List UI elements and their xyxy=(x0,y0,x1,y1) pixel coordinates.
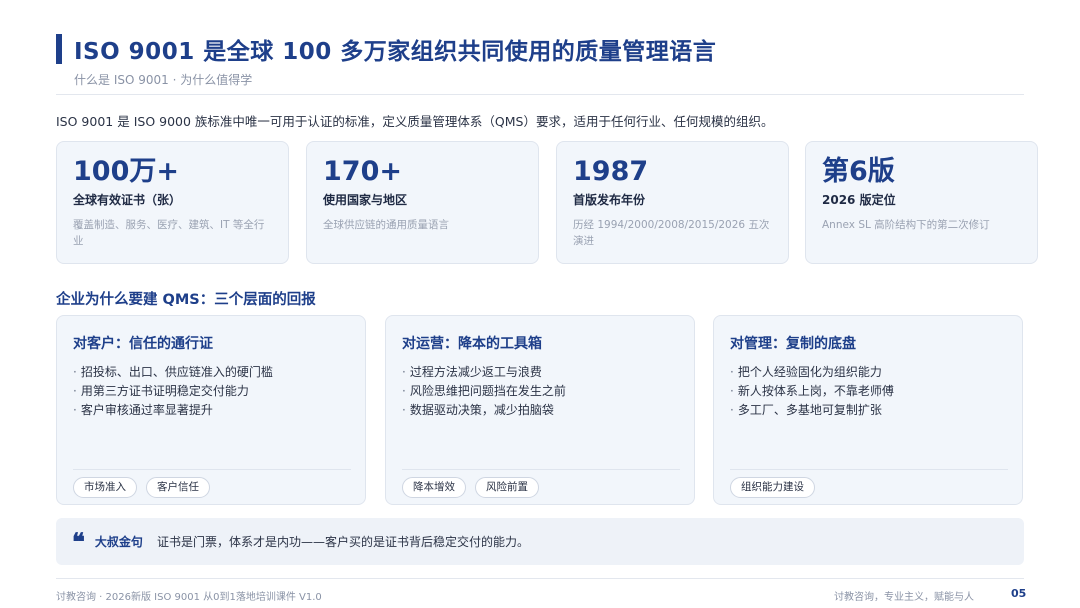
benefit-card-management: 对管理：复制的底盘 把个人经验固化为组织能力 新人按体系上岗，不靠老师傅 多工厂… xyxy=(713,315,1023,505)
card-divider xyxy=(73,469,351,470)
card-bullet-list: 过程方法减少返工与浪费 风险思维把问题挡在发生之前 数据驱动决策，减少拍脑袋 xyxy=(402,363,678,420)
list-item: 多工厂、多基地可复制扩张 xyxy=(730,401,1006,420)
card-bullet-list: 招投标、出口、供应链准入的硬门槛 用第三方证书证明稳定交付能力 客户审核通过率显… xyxy=(73,363,349,420)
list-item: 过程方法减少返工与浪费 xyxy=(402,363,678,382)
benefit-card-customer: 对客户：信任的通行证 招投标、出口、供应链准入的硬门槛 用第三方证书证明稳定交付… xyxy=(56,315,366,505)
quote-box: ❝ 大叔金句 证书是门票，体系才是内功——客户买的是证书背后稳定交付的能力。 xyxy=(56,518,1024,565)
stats-row: 100万+ 全球有效证书（张） 覆盖制造、服务、医疗、建筑、IT 等全行业 17… xyxy=(56,141,1038,264)
stat-value: 第6版 xyxy=(822,156,895,187)
section-title: 企业为什么要建 QMS：三个层面的回报 xyxy=(56,292,316,308)
stat-label: 2026 版定位 xyxy=(822,193,896,207)
list-item: 风险思维把问题挡在发生之前 xyxy=(402,382,678,401)
page-title: ISO 9001 是全球 100 多万家组织共同使用的质量管理语言 xyxy=(74,39,717,65)
stat-card-countries: 170+ 使用国家与地区 全球供应链的通用质量语言 xyxy=(306,141,539,264)
tag: 客户信任 xyxy=(146,477,210,498)
stat-value: 100万+ xyxy=(73,156,179,187)
card-bullet-list: 把个人经验固化为组织能力 新人按体系上岗，不靠老师傅 多工厂、多基地可复制扩张 xyxy=(730,363,1006,420)
stat-card-first-edition: 1987 首版发布年份 历经 1994/2000/2008/2015/2026 … xyxy=(556,141,789,264)
benefit-card-operations: 对运营：降本的工具箱 过程方法减少返工与浪费 风险思维把问题挡在发生之前 数据驱… xyxy=(385,315,695,505)
quote-label: 大叔金句 xyxy=(94,535,143,549)
stat-description: 全球供应链的通用质量语言 xyxy=(323,219,449,231)
card-title: 对管理：复制的底盘 xyxy=(730,336,856,352)
quote-text: 证书是门票，体系才是内功——客户买的是证书背后稳定交付的能力。 xyxy=(156,535,529,549)
tag: 组织能力建设 xyxy=(730,477,815,498)
footer-slogan: 讨教咨询，专业主义，赋能与人 xyxy=(834,592,974,603)
stat-label: 全球有效证书（张） xyxy=(73,193,182,207)
stat-value: 1987 xyxy=(573,156,649,187)
benefit-cards: 对客户：信任的通行证 招投标、出口、供应链准入的硬门槛 用第三方证书证明稳定交付… xyxy=(56,315,1024,505)
stat-value: 170+ xyxy=(323,156,402,187)
stat-label: 首版发布年份 xyxy=(573,193,646,207)
stat-label: 使用国家与地区 xyxy=(323,193,408,207)
tag: 风险前置 xyxy=(475,477,539,498)
list-item: 客户审核通过率显著提升 xyxy=(73,401,349,420)
tag-list: 组织能力建设 xyxy=(730,477,815,498)
quote-icon: ❝ xyxy=(72,526,85,556)
list-item: 新人按体系上岗，不靠老师傅 xyxy=(730,382,1006,401)
stat-description: Annex SL 高阶结构下的第二次修订 xyxy=(822,219,990,231)
stat-card-certificates: 100万+ 全球有效证书（张） 覆盖制造、服务、医疗、建筑、IT 等全行业 xyxy=(56,141,289,264)
page-number: 05 xyxy=(1011,587,1027,600)
card-divider xyxy=(730,469,1008,470)
stat-description: 历经 1994/2000/2008/2015/2026 五次演进 xyxy=(573,219,770,247)
intro-text: ISO 9001 是 ISO 9000 族标准中唯一可用于认证的标准，定义质量管… xyxy=(56,114,774,129)
tag-list: 降本增效 风险前置 xyxy=(402,477,539,498)
list-item: 数据驱动决策，减少拍脑袋 xyxy=(402,401,678,420)
card-divider xyxy=(402,469,680,470)
tag-list: 市场准入 客户信任 xyxy=(73,477,210,498)
stat-description: 覆盖制造、服务、医疗、建筑、IT 等全行业 xyxy=(73,219,265,247)
card-title: 对运营：降本的工具箱 xyxy=(402,336,542,352)
tag: 降本增效 xyxy=(402,477,466,498)
footer-divider xyxy=(56,578,1024,579)
title-divider xyxy=(56,94,1024,95)
card-title: 对客户：信任的通行证 xyxy=(73,336,213,352)
tag: 市场准入 xyxy=(73,477,137,498)
list-item: 用第三方证书证明稳定交付能力 xyxy=(73,382,349,401)
title-accent-bar xyxy=(56,34,62,64)
page-subtitle: 什么是 ISO 9001 · 为什么值得学 xyxy=(74,73,253,87)
footer-course-info: 讨教咨询 · 2026新版 ISO 9001 从0到1落地培训课件 V1.0 xyxy=(56,592,322,603)
stat-card-edition: 第6版 2026 版定位 Annex SL 高阶结构下的第二次修订 xyxy=(805,141,1038,264)
list-item: 把个人经验固化为组织能力 xyxy=(730,363,1006,382)
list-item: 招投标、出口、供应链准入的硬门槛 xyxy=(73,363,349,382)
